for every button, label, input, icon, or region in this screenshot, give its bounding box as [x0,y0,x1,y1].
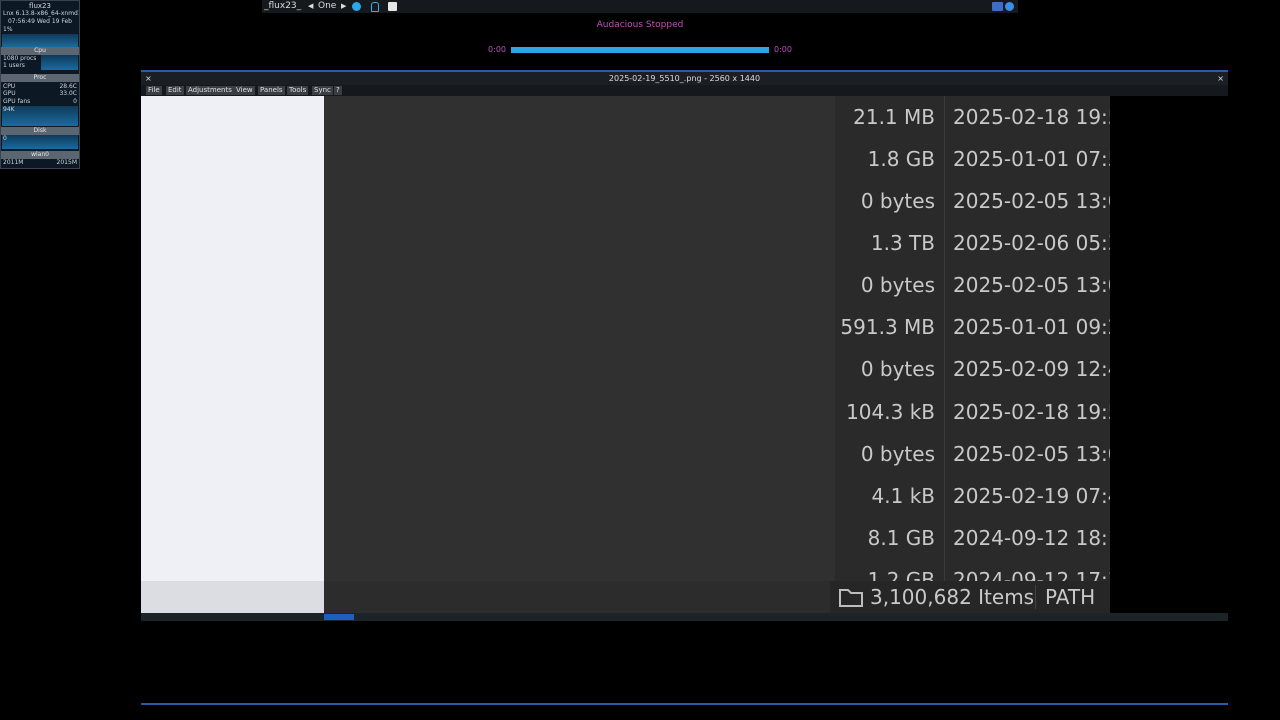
file-size: 104.3 kB [846,400,935,424]
gpu-temp-label: GPU [3,90,16,97]
horizontal-scrollbar[interactable] [141,613,1228,621]
gpu-temp: 33.0C [59,90,77,97]
file-date: 2025-02-06 05:3 [953,231,1110,255]
menu-sync[interactable]: Sync [312,86,333,95]
image-viewer-window: × 2025-02-19_5510_.png - 2560 x 1440 × F… [141,70,1228,707]
file-date: 2025-02-19 07:4 [953,484,1110,508]
top-panel: _flux23_ ◀ One ▶ [262,0,1018,13]
file-date: 2025-02-05 13:0 [953,273,1110,297]
network-up: 2015M [56,159,77,166]
menu-bar: File Edit Adjustments View Panels Tools … [141,85,1228,96]
title-bar: × 2025-02-19_5510_.png - 2560 x 1440 × [141,70,1228,85]
cpu-temp-label: CPU [3,83,16,90]
file-size: 1.8 GB [867,147,935,171]
menu-view[interactable]: View [234,86,255,95]
cpu-header: Cpu [1,47,79,55]
disk-io: 94K [3,106,15,113]
kernel-version: Lnx 6.13.8-x86_64-xnmd1 [3,10,80,17]
disk-zero: 0 [3,135,7,142]
close-icon[interactable]: × [145,72,152,85]
file-size: 0 bytes [860,273,935,297]
gpu-fans-label: GPU fans [3,98,31,105]
disk-header: Disk [1,127,79,135]
file-date: 2025-02-05 13:0 [953,442,1110,466]
file-size: 21.1 MB [853,105,935,129]
network-tray-icon[interactable] [992,2,1003,11]
file-size: 1.2 GB [867,568,935,581]
file-date: 2025-01-01 09:2 [953,315,1110,339]
status-bar: 3,100,682 Items PATH [324,581,1110,613]
file-size: 4.1 kB [871,484,935,508]
network-down: 2011M [3,159,24,166]
file-size: 0 bytes [860,357,935,381]
system-monitor: flux23 Lnx 6.13.8-x86_64-xnmd1 07:56:49 … [0,0,80,169]
datetime: 07:56:49 Wed 19 Feb [7,18,72,25]
file-size: 0 bytes [860,442,935,466]
file-size: 1.3 TB [870,231,935,255]
menu-help[interactable]: ? [334,86,342,95]
notification-icon[interactable] [371,2,379,12]
window-bottom-border [141,703,1228,705]
path-label: PATH [1045,585,1096,609]
desktop-name[interactable]: One [318,0,336,13]
file-date: 2025-02-18 19:5 [953,400,1110,424]
time-elapsed: 0:00 [488,45,506,54]
menu-edit[interactable]: Edit [166,86,184,95]
window-title: 2025-02-19_5510_.png - 2560 x 1440 [608,74,761,83]
file-date: 2025-02-18 19:5 [953,105,1110,129]
scrollbar-thumb[interactable] [324,614,354,620]
item-count: 3,100,682 Items [870,585,1035,609]
file-date: 2024-09-12 18:1 [953,526,1110,550]
menu-panels[interactable]: Panels [258,86,285,95]
menu-file[interactable]: File [146,86,162,95]
playback-progress[interactable] [511,47,769,53]
time-total: 0:00 [774,45,792,54]
close-window-icon[interactable]: × [1217,72,1224,85]
next-desktop-button[interactable]: ▶ [341,0,346,13]
file-size: 591.3 MB [840,315,935,339]
gpu-fans: 0 [73,98,77,105]
workspace-name[interactable]: _flux23_ [264,0,301,13]
proc-graph [41,55,78,70]
side-panel-footer [141,581,324,613]
cpu-percent: 1% [3,26,13,33]
file-date: 2025-02-09 12:4 [953,357,1110,381]
terminal-icon[interactable] [388,2,397,11]
file-date: 2024-09-12 17:3 [953,568,1110,581]
browser-icon[interactable] [352,2,361,11]
menu-tools[interactable]: Tools [287,86,309,95]
status-separator [1035,585,1036,609]
network-header: wlan0 [1,151,79,159]
status-tray-icon[interactable] [1005,2,1014,11]
folder-icon [839,589,863,607]
cpu-graph [2,34,78,47]
hostname: flux23 [29,2,51,10]
file-size: 0 bytes [860,189,935,213]
file-date: 2025-01-01 07:5 [953,147,1110,171]
proc-header: Proc [1,74,79,82]
file-date: 2025-02-05 13:0 [953,189,1110,213]
file-list: 21.1 MB 2025-02-18 19:5 1.8 GB 2025-01-01 … [141,96,1110,581]
file-size: 8.1 GB [867,526,935,550]
prev-desktop-button[interactable]: ◀ [308,0,313,13]
menu-adjustments[interactable]: Adjustments [186,86,234,95]
audacious-status: Audacious Stopped [596,20,684,30]
